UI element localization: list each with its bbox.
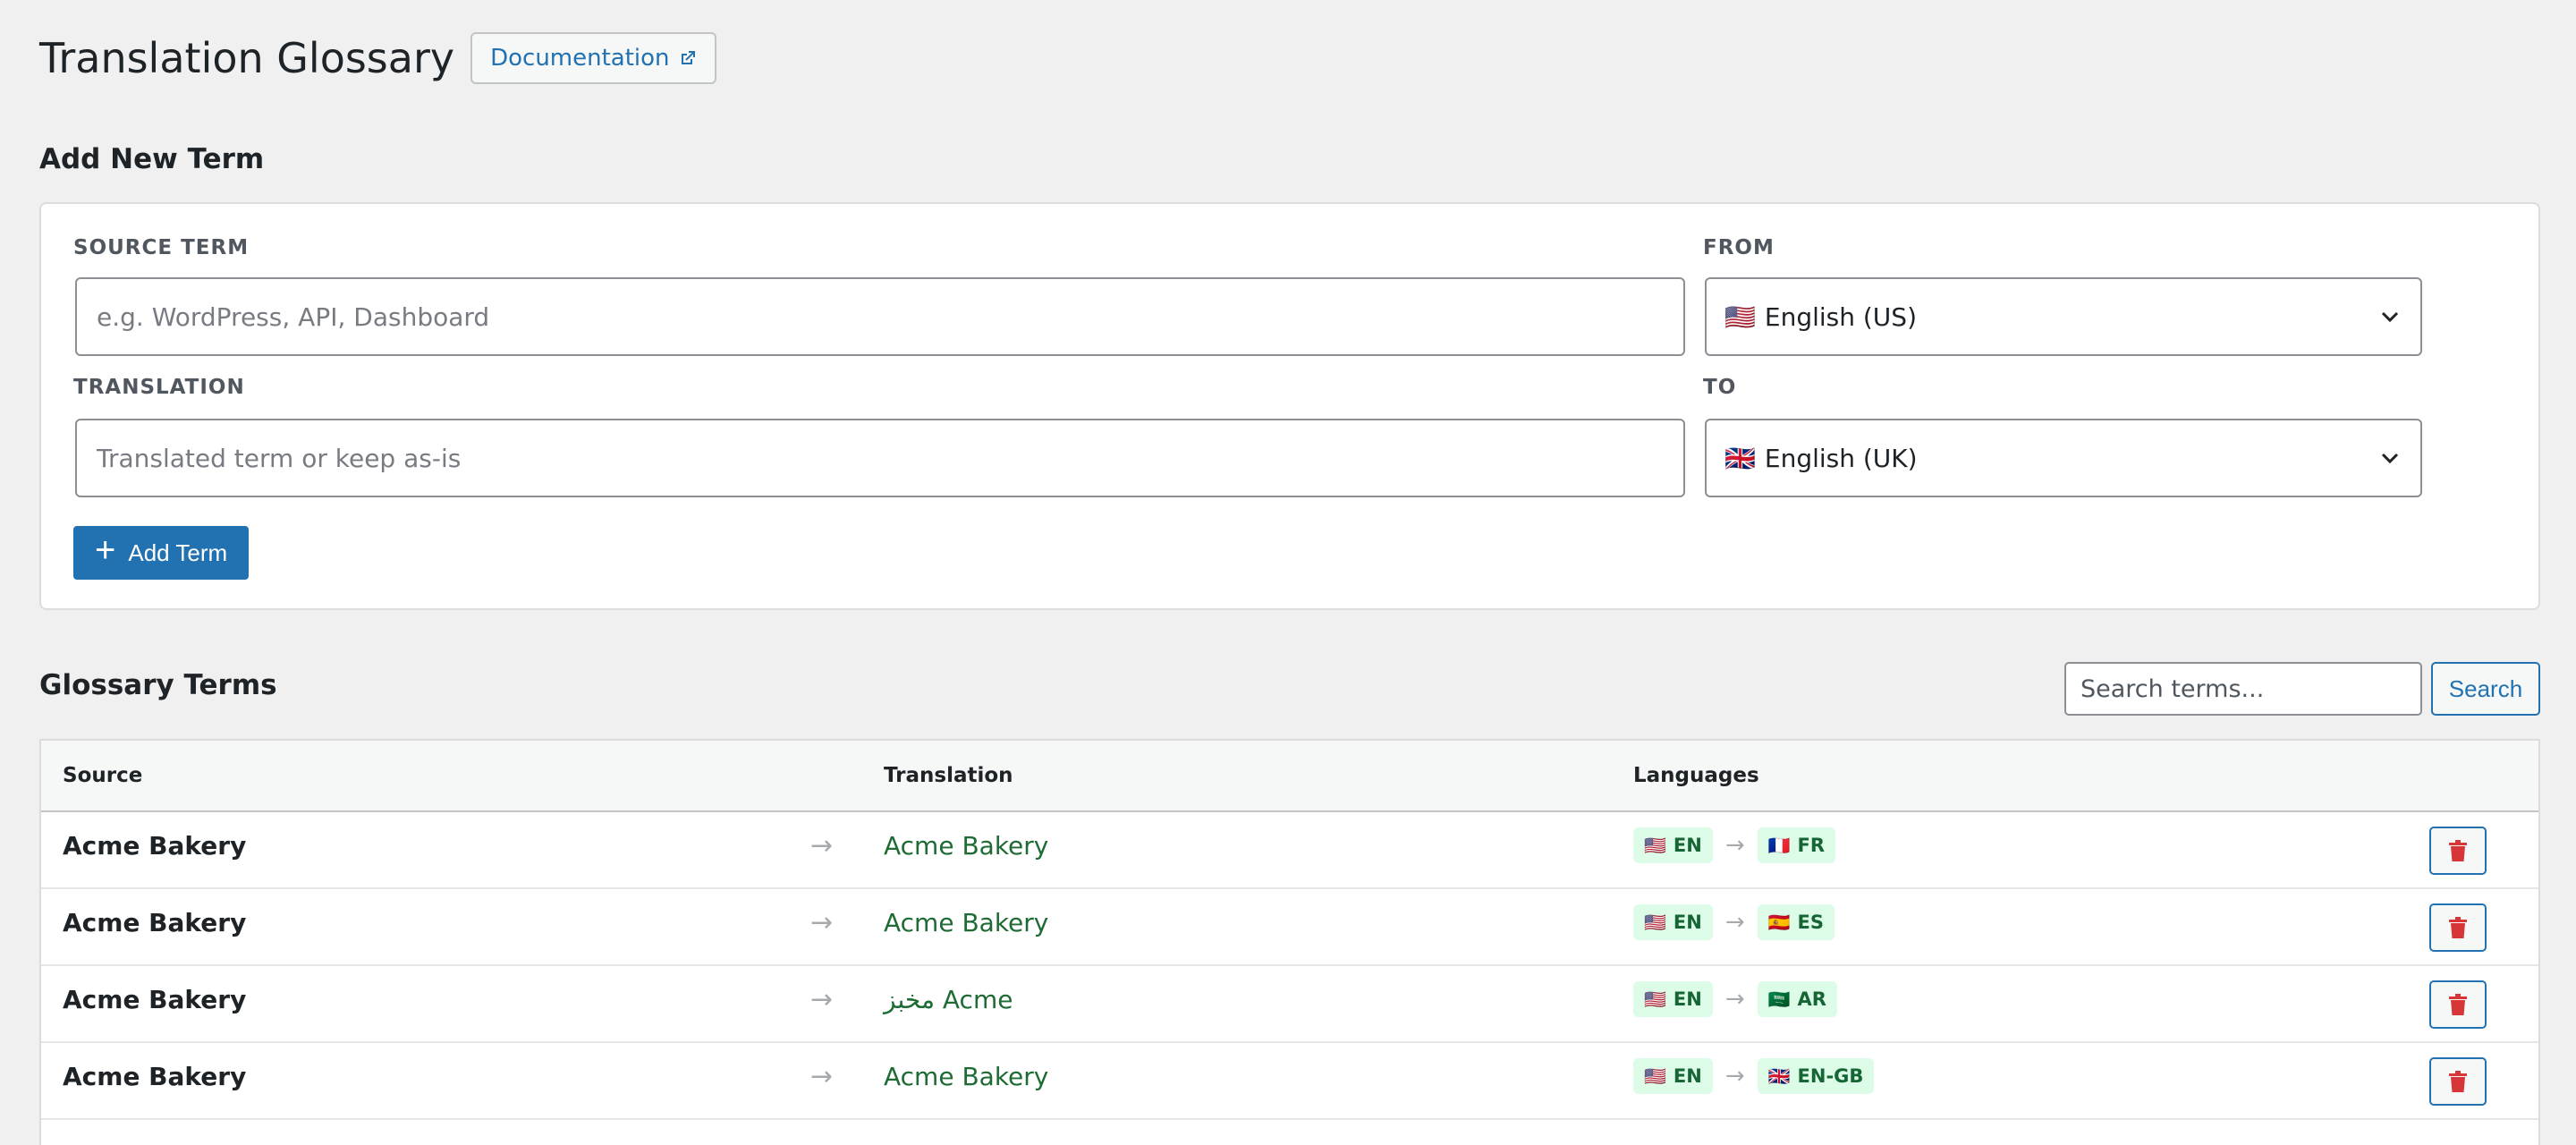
translation-cell: Acme Bakery — [884, 1062, 1049, 1091]
source-cell: Acme Bakery — [63, 831, 247, 861]
trash-icon — [2449, 840, 2467, 861]
documentation-button[interactable]: Documentation — [470, 32, 716, 84]
delete-button[interactable] — [2429, 1057, 2487, 1106]
flag-icon: 🇪🇸 — [1767, 912, 1791, 933]
plus-icon: + — [95, 530, 116, 570]
column-languages: Languages — [1633, 764, 1759, 787]
translation-cell: مخبز Acme — [884, 985, 1013, 1014]
add-term-title: Add New Term — [39, 143, 265, 175]
language-code: EN — [1673, 988, 1702, 1010]
documentation-label: Documentation — [490, 45, 670, 72]
from-language-select[interactable]: 🇺🇸 English (US) — [1705, 277, 2422, 356]
flag-icon: 🇺🇸 — [1644, 1065, 1666, 1087]
arrow-icon: → — [810, 1061, 834, 1092]
source-term-label: SOURCE TERM — [73, 236, 250, 259]
source-term-input[interactable] — [75, 277, 1685, 356]
translation-label: TRANSLATION — [73, 376, 245, 399]
add-term-label: Add Term — [128, 539, 228, 566]
trash-icon — [2449, 1071, 2467, 1092]
column-translation: Translation — [884, 764, 1013, 787]
chevron-down-icon — [2381, 311, 2399, 323]
arrow-icon: → — [810, 984, 834, 1015]
source-language-badge: 🇺🇸 EN — [1633, 1058, 1713, 1094]
delete-button[interactable] — [2429, 903, 2487, 952]
language-code: ES — [1797, 912, 1825, 933]
target-language-badge: 🇫🇷 FR — [1757, 827, 1836, 863]
language-code: EN-GB — [1797, 1065, 1864, 1087]
trash-icon — [2449, 917, 2467, 938]
flag-icon: 🇺🇸 — [1644, 912, 1666, 933]
translation-cell: Acme Bakery — [884, 908, 1049, 937]
flag-icon: 🇬🇧 — [1767, 1065, 1791, 1087]
source-language-badge: 🇺🇸 EN — [1633, 904, 1713, 940]
to-language-select[interactable]: 🇬🇧 English (UK) — [1705, 419, 2422, 497]
source-cell: Acme Bakery — [63, 908, 247, 937]
table-row: Acme Bakery → Acme Bakery 🇺🇸 EN → 🇪🇸 ES — [41, 889, 2538, 966]
from-value: English (US) — [1764, 301, 1917, 332]
delete-button[interactable] — [2429, 980, 2487, 1029]
source-language-badge: 🇺🇸 EN — [1633, 827, 1713, 863]
arrow-icon: → — [810, 830, 834, 861]
target-language-badge: 🇬🇧 EN-GB — [1757, 1058, 1875, 1094]
chevron-down-icon — [2381, 453, 2399, 464]
table-row: Acme Bakery → Acme Bakery 🇺🇸 EN → 🇫🇷 FR — [41, 812, 2538, 889]
flag-icon: 🇺🇸 — [1644, 835, 1666, 856]
search-button[interactable]: Search — [2431, 662, 2540, 716]
language-pair: 🇺🇸 EN → 🇸🇦 AR — [1633, 980, 1837, 1018]
language-code: EN — [1673, 1065, 1702, 1087]
target-language-badge: 🇪🇸 ES — [1757, 904, 1835, 940]
page: Translation Glossary Documentation Add N… — [0, 0, 2576, 1145]
source-cell: Acme Bakery — [63, 985, 247, 1014]
language-pair: 🇺🇸 EN → 🇫🇷 FR — [1633, 827, 1836, 864]
language-code: FR — [1797, 835, 1826, 856]
external-link-icon — [681, 51, 695, 64]
arrow-icon: → — [810, 907, 834, 938]
trash-icon — [2449, 994, 2467, 1015]
flag-icon: 🇺🇸 — [1644, 988, 1666, 1010]
delete-button[interactable] — [2429, 827, 2487, 875]
arrow-icon: → — [1724, 1063, 1745, 1090]
flag-icon: 🇫🇷 — [1767, 835, 1791, 856]
translation-cell: Acme Bakery — [884, 831, 1049, 861]
column-source: Source — [63, 764, 143, 787]
from-label: FROM — [1703, 236, 1775, 259]
page-header: Translation Glossary Documentation — [39, 32, 716, 84]
language-code: EN — [1673, 835, 1702, 856]
arrow-icon: → — [1724, 832, 1745, 859]
from-flag: 🇺🇸 — [1724, 301, 1756, 332]
language-code: AR — [1797, 988, 1826, 1010]
language-code: EN — [1673, 912, 1702, 933]
source-language-badge: 🇺🇸 EN — [1633, 981, 1713, 1017]
translation-input[interactable] — [75, 419, 1685, 497]
page-title: Translation Glossary — [39, 34, 455, 82]
language-pair: 🇺🇸 EN → 🇬🇧 EN-GB — [1633, 1057, 1875, 1095]
arrow-icon: → — [1724, 909, 1745, 936]
glossary-terms-title: Glossary Terms — [39, 669, 277, 701]
search-input[interactable] — [2064, 662, 2422, 716]
table-header: Source Translation Languages — [41, 741, 2538, 812]
language-pair: 🇺🇸 EN → 🇪🇸 ES — [1633, 903, 1835, 941]
glossary-table: Source Translation Languages Acme Bakery… — [39, 739, 2540, 1145]
flag-icon: 🇸🇦 — [1767, 988, 1791, 1010]
to-value: English (UK) — [1764, 443, 1918, 473]
to-label: TO — [1703, 376, 1737, 399]
source-cell: Acme Bakery — [63, 1062, 247, 1091]
to-flag: 🇬🇧 — [1724, 443, 1756, 473]
table-row: Acme Bakery → مخبز Acme 🇺🇸 EN → 🇸🇦 AR — [41, 966, 2538, 1043]
arrow-icon: → — [1724, 986, 1745, 1013]
table-row: Acme Bakery → Acme Bakery 🇺🇸 EN → 🇬🇧 EN-… — [41, 1043, 2538, 1120]
add-term-card: SOURCE TERM FROM 🇺🇸 English (US) TRANSLA… — [39, 202, 2540, 610]
target-language-badge: 🇸🇦 AR — [1757, 981, 1837, 1017]
add-term-button[interactable]: + Add Term — [73, 526, 250, 580]
